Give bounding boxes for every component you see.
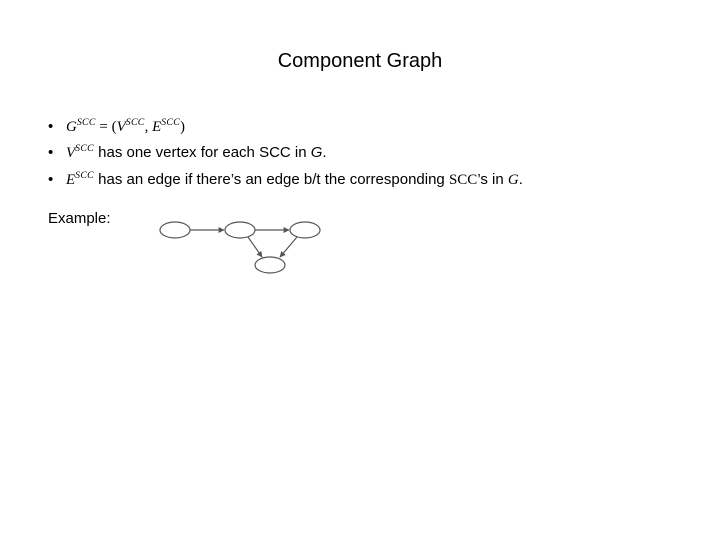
bullet-dot: •: [48, 141, 66, 164]
bullet-3-text-b: ’s in: [477, 171, 508, 188]
sym-close: ): [180, 119, 185, 135]
sym-eq: = (: [96, 119, 117, 135]
sym-sup: SCC: [77, 117, 96, 128]
sym-v: V: [117, 119, 126, 135]
scc-node: [255, 257, 285, 273]
bullet-2-text-a: has one vertex for each SCC in: [94, 144, 311, 161]
bullet-3-content: ESCC has an edge if there’s an edge b/t …: [66, 168, 523, 192]
edge: [280, 237, 297, 257]
sym-scc: SCC: [449, 172, 477, 188]
scc-node: [160, 222, 190, 238]
sym-e-letter: E: [66, 172, 75, 188]
example-label: Example:: [48, 210, 111, 227]
sym-sup: SCC: [75, 143, 94, 154]
scc-node: [225, 222, 255, 238]
sym-e: ESCC: [66, 172, 94, 188]
sym-g: G: [311, 144, 323, 161]
sym-comma: ,: [145, 119, 153, 135]
component-graph-diagram: [155, 215, 355, 285]
bullet-dot: •: [48, 115, 66, 138]
scc-node: [290, 222, 320, 238]
bullet-3-text-c: .: [519, 171, 523, 188]
bullet-item-1: • GSCC = (VSCC, ESCC): [48, 115, 688, 139]
page-title: Component Graph: [0, 50, 720, 73]
sym-g: G: [508, 172, 519, 188]
slide: Component Graph • GSCC = (VSCC, ESCC) • …: [0, 0, 720, 540]
edge: [248, 237, 262, 257]
bullet-item-3: • ESCC has an edge if there’s an edge b/…: [48, 168, 688, 192]
bullet-1-math: GSCC = (VSCC, ESCC): [66, 115, 185, 139]
sym-g: G: [66, 119, 77, 135]
bullet-2-content: VSCC has one vertex for each SCC in G.: [66, 141, 327, 165]
sym-sup: SCC: [161, 117, 180, 128]
bullet-item-2: • VSCC has one vertex for each SCC in G.: [48, 141, 688, 165]
bullet-3-text-a: has an edge if there’s an edge b/t the c…: [94, 171, 449, 188]
bullet-dot: •: [48, 168, 66, 191]
sym-sup: SCC: [75, 170, 94, 181]
sym-sup: SCC: [126, 117, 145, 128]
sym-v: VSCC: [66, 145, 94, 161]
sym-v-letter: V: [66, 145, 75, 161]
bullet-2-text-b: .: [322, 144, 326, 161]
sym-e: E: [152, 119, 161, 135]
bullet-list: • GSCC = (VSCC, ESCC) • VSCC has one ver…: [48, 115, 688, 194]
